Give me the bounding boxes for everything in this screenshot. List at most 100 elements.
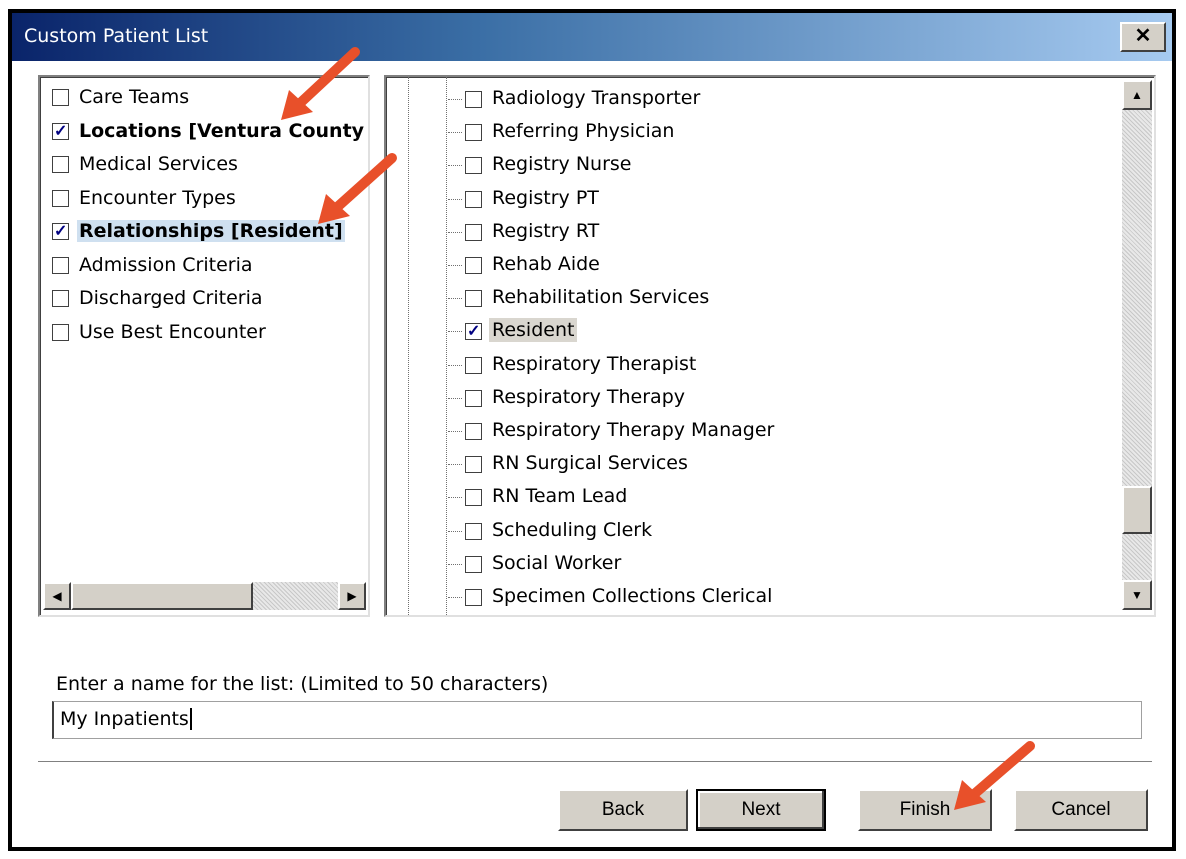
criteria-item-label: Admission Criteria bbox=[79, 253, 253, 276]
tree-connector bbox=[448, 497, 462, 499]
relationship-item-label: Respiratory Therapy Manager bbox=[492, 419, 775, 441]
back-button[interactable]: Back bbox=[558, 789, 688, 831]
relationship-item-label: Registry Nurse bbox=[492, 153, 632, 176]
relationship-item-label: Social Worker bbox=[492, 551, 622, 574]
checkbox[interactable] bbox=[465, 290, 482, 308]
checkbox[interactable] bbox=[465, 223, 482, 241]
relationship-item[interactable]: Resident bbox=[386, 315, 1121, 348]
criteria-item-label: Medical Services bbox=[79, 153, 238, 175]
checkbox[interactable] bbox=[52, 290, 69, 307]
relationship-item-label: Scheduling Clerk bbox=[492, 518, 653, 541]
checkbox[interactable] bbox=[465, 190, 482, 208]
relationship-item-label: Rehabilitation Services bbox=[492, 286, 710, 309]
checkbox[interactable] bbox=[465, 423, 482, 440]
checkbox[interactable] bbox=[465, 124, 482, 142]
scroll-left-button[interactable]: ◀ bbox=[43, 582, 71, 610]
checkbox[interactable] bbox=[465, 356, 482, 374]
relationship-item-label: Referring Physician bbox=[492, 120, 675, 143]
relationship-item[interactable]: Respiratory Therapy bbox=[386, 382, 1121, 415]
tree-connector bbox=[448, 530, 462, 532]
relationship-item-label: Radiology Transporter bbox=[492, 87, 701, 109]
relationship-item[interactable]: Respiratory Therapy Manager bbox=[386, 415, 1121, 448]
relationship-item[interactable]: Rehab Aide bbox=[386, 249, 1121, 282]
checkbox[interactable] bbox=[52, 121, 69, 141]
relationship-item[interactable]: RN Team Lead bbox=[386, 481, 1121, 514]
arrow-annotation-icon bbox=[954, 741, 1035, 810]
criteria-item-label: Relationships [Resident] bbox=[77, 220, 345, 242]
checkbox[interactable] bbox=[465, 589, 482, 606]
checkbox[interactable] bbox=[465, 456, 482, 474]
relationship-item-label: Registry RT bbox=[492, 219, 600, 242]
relationship-item[interactable]: Registry RT bbox=[386, 216, 1121, 249]
checkbox[interactable] bbox=[52, 156, 69, 173]
arrow-annotation-icon bbox=[318, 153, 397, 224]
tree-connector bbox=[448, 597, 462, 598]
checkbox[interactable] bbox=[465, 257, 482, 274]
relationship-item-label: RN Surgical Services bbox=[492, 452, 688, 475]
title-bar[interactable]: Custom Patient List ✕ bbox=[12, 13, 1172, 61]
relationship-item[interactable]: Social Worker bbox=[386, 548, 1121, 581]
tree-connector bbox=[448, 397, 462, 399]
next-button[interactable]: Next bbox=[696, 789, 826, 831]
custom-patient-list-dialog: Custom Patient List ✕ Care TeamsLocation… bbox=[8, 9, 1176, 851]
relationship-item-label: Specimen Collections Clerical bbox=[492, 585, 773, 607]
relationship-item[interactable]: Registry Nurse bbox=[386, 149, 1121, 182]
criteria-item-label: Care Teams bbox=[79, 86, 190, 108]
checkbox[interactable] bbox=[52, 189, 69, 207]
tree-connector bbox=[448, 364, 462, 366]
vertical-scroll-thumb[interactable] bbox=[1122, 486, 1152, 534]
relationship-item[interactable]: Scheduling Clerk bbox=[386, 515, 1121, 548]
options-tree-panel: Radiology Transporter Referring Physician… bbox=[384, 75, 1156, 617]
relationship-item[interactable]: RN Surgical Services bbox=[386, 448, 1121, 481]
tree-connector bbox=[448, 331, 462, 333]
tree-connector bbox=[448, 132, 462, 134]
checkbox[interactable] bbox=[52, 89, 69, 106]
relationship-item-label: Respiratory Therapist bbox=[492, 352, 697, 375]
checkbox[interactable] bbox=[465, 321, 482, 341]
checkbox[interactable] bbox=[465, 157, 482, 175]
tree-connector bbox=[448, 198, 462, 200]
criteria-item-label: Encounter Types bbox=[79, 186, 236, 209]
vertical-scroll-track-lower[interactable] bbox=[1122, 534, 1152, 580]
checkbox[interactable] bbox=[465, 522, 482, 540]
tree-connector bbox=[448, 563, 462, 565]
checkbox[interactable] bbox=[465, 489, 482, 507]
tree-connector bbox=[448, 265, 462, 266]
checkbox[interactable] bbox=[52, 323, 69, 341]
dialog-body: Care TeamsLocations [Ventura County Medi… bbox=[12, 61, 1172, 847]
criteria-item-label: Discharged Criteria bbox=[79, 287, 263, 309]
relationship-item-label: Registry PT bbox=[492, 186, 599, 209]
relationship-item-label: Resident bbox=[489, 318, 578, 343]
relationship-item[interactable]: Radiology Transporter bbox=[386, 83, 1121, 116]
close-button[interactable]: ✕ bbox=[1120, 22, 1166, 52]
relationship-item[interactable]: Referring Physician bbox=[386, 116, 1121, 149]
checkbox[interactable] bbox=[465, 389, 482, 407]
tree-connector bbox=[448, 231, 462, 233]
relationship-item[interactable]: Registry PT bbox=[386, 183, 1121, 216]
checkbox[interactable] bbox=[465, 91, 482, 108]
tree-connector bbox=[448, 298, 462, 300]
scroll-up-button[interactable]: ▲ bbox=[1122, 80, 1152, 110]
checkbox[interactable] bbox=[465, 555, 482, 573]
vertical-scroll-track-upper[interactable] bbox=[1122, 110, 1152, 486]
relationship-item-label: RN Team Lead bbox=[492, 485, 628, 508]
scroll-right-button[interactable]: ▶ bbox=[338, 582, 366, 610]
arrow-annotation-icon bbox=[281, 47, 360, 120]
relationship-item[interactable]: Specimen Collections Clerical bbox=[386, 581, 1121, 614]
criteria-item-label: Use Best Encounter bbox=[79, 320, 266, 343]
tree-connector bbox=[448, 99, 462, 100]
dialog-title: Custom Patient List bbox=[24, 25, 209, 47]
horizontal-scroll-thumb[interactable] bbox=[71, 582, 253, 610]
horizontal-scroll-track[interactable] bbox=[253, 582, 338, 610]
tree-connector bbox=[448, 431, 462, 432]
scroll-down-button[interactable]: ▼ bbox=[1122, 580, 1152, 610]
list-name-value: My Inpatients bbox=[60, 708, 192, 730]
relationship-item-label: Rehab Aide bbox=[492, 253, 600, 275]
options-tree: Radiology Transporter Referring Physician… bbox=[386, 83, 1121, 615]
relationship-item[interactable]: Rehabilitation Services bbox=[386, 282, 1121, 315]
tree-connector bbox=[448, 165, 462, 167]
checkbox[interactable] bbox=[52, 221, 69, 241]
list-name-input[interactable]: My Inpatients bbox=[52, 701, 1142, 739]
checkbox[interactable] bbox=[52, 256, 69, 274]
relationship-item[interactable]: Respiratory Therapist bbox=[386, 349, 1121, 382]
